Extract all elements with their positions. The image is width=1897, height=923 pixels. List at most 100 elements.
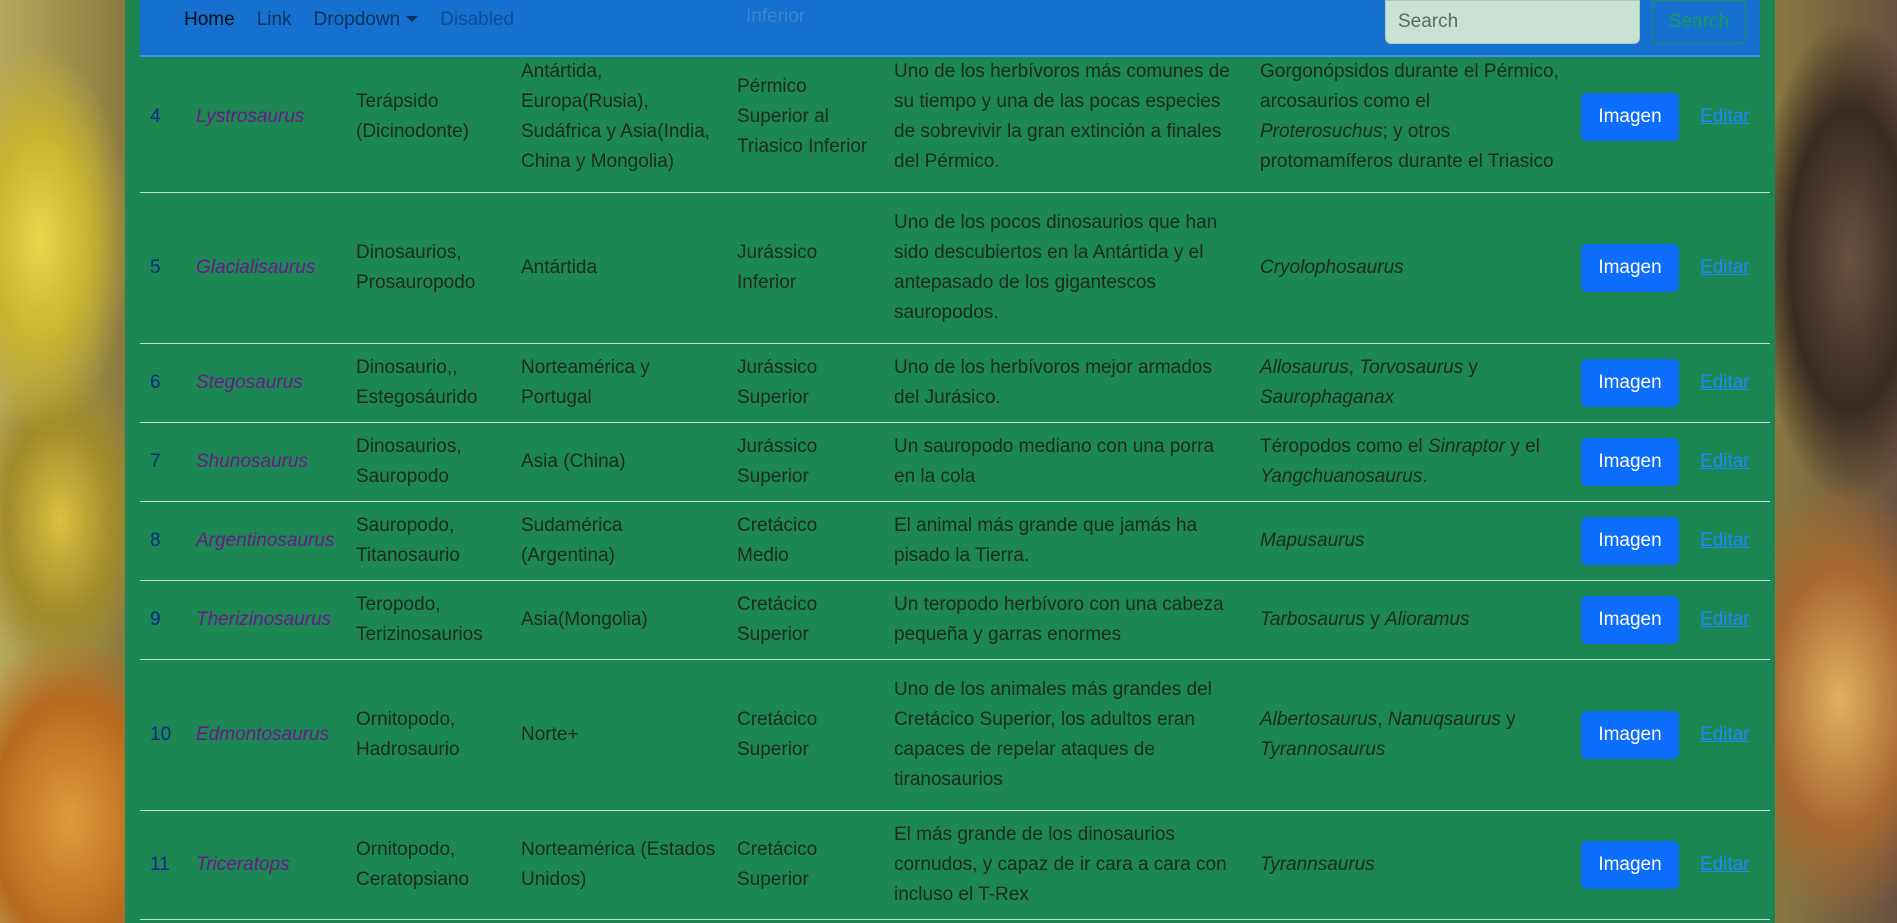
- row-edit-cell: Editar: [1690, 57, 1770, 193]
- table-row: 4 Lystrosaurus Terápsido (Dicinodonte) Antá…: [140, 57, 1770, 193]
- predator-text: Saurophaganax: [1260, 387, 1395, 408]
- row-edit-cell: Editar: [1690, 343, 1770, 423]
- predator-text: Allosaurus: [1260, 357, 1349, 378]
- predator-text: Mapusaurus: [1260, 530, 1365, 551]
- edit-link[interactable]: Editar: [1700, 724, 1750, 745]
- row-edit-cell: Editar: [1690, 501, 1770, 581]
- row-period: Jurássico Inferior: [727, 192, 884, 344]
- row-image-cell: Imagen: [1570, 192, 1690, 344]
- page-container: Inferior Home Link Dropdown Disabled Sea…: [125, 0, 1775, 923]
- row-description: El más grande de los dinosaurios cornudo…: [884, 810, 1250, 920]
- row-description: Uno de los animales más grandes del Cret…: [884, 659, 1250, 811]
- edit-link[interactable]: Editar: [1700, 257, 1750, 278]
- predator-text: Nanuqsaurus: [1387, 709, 1501, 730]
- nav-home-link[interactable]: Home: [184, 9, 235, 31]
- row-name: Lystrosaurus: [192, 57, 346, 193]
- predator-text: y el: [1505, 436, 1540, 457]
- row-period: Cretácico Superior: [727, 659, 884, 811]
- nav-disabled-link: Disabled: [440, 8, 515, 30]
- row-predators: Mapusaurus: [1250, 501, 1570, 581]
- image-button[interactable]: Imagen: [1581, 841, 1679, 889]
- row-description: Un sauropodo mediano con una porra en la…: [884, 422, 1250, 502]
- dinosaur-table: 4 Lystrosaurus Terápsido (Dicinodonte) Antá…: [140, 57, 1770, 920]
- row-type: Terápsido (Dicinodonte): [346, 57, 511, 193]
- navbar: Inferior Home Link Dropdown Disabled Sea…: [140, 0, 1760, 57]
- row-type: Teropodo, Terizinosaurios: [346, 580, 511, 660]
- row-region: Antártida: [511, 192, 727, 344]
- edit-link[interactable]: Editar: [1700, 530, 1750, 551]
- row-description: Un teropodo herbívoro con una cabeza peq…: [884, 580, 1250, 660]
- row-edit-cell: Editar: [1690, 659, 1770, 811]
- row-image-cell: Imagen: [1570, 659, 1690, 811]
- row-predators: Tarbosaurus y Alioramus: [1250, 580, 1570, 660]
- row-period: Pérmico Superior al Triasico Inferior: [727, 57, 884, 193]
- predator-text: Proterosuchus: [1260, 121, 1383, 142]
- image-button[interactable]: Imagen: [1581, 517, 1679, 565]
- image-button[interactable]: Imagen: [1581, 244, 1679, 292]
- row-period: Jurássico Superior: [727, 343, 884, 423]
- row-image-cell: Imagen: [1570, 343, 1690, 423]
- edit-link[interactable]: Editar: [1700, 451, 1750, 472]
- image-button[interactable]: Imagen: [1581, 93, 1679, 141]
- edit-link[interactable]: Editar: [1700, 372, 1750, 393]
- row-type: Dinosaurios, Sauropodo: [346, 422, 511, 502]
- row-type: Ornitopodo, Ceratopsiano: [346, 810, 511, 920]
- row-id: 7: [140, 422, 192, 502]
- row-name: Shunosaurus: [192, 422, 346, 502]
- row-region: Asia(Mongolia): [511, 580, 727, 660]
- image-button[interactable]: Imagen: [1581, 711, 1679, 759]
- predator-text: y: [1364, 609, 1385, 630]
- predator-text: Gorgonópsidos durante el Pérmico, arcosa…: [1260, 61, 1559, 112]
- predator-text: Cryolophosaurus: [1260, 257, 1404, 278]
- row-period: Cretácico Medio: [727, 501, 884, 581]
- row-description: Uno de los herbívoros mejor armados del …: [884, 343, 1250, 423]
- row-region: Asia (China): [511, 422, 727, 502]
- row-name: Edmontosaurus: [192, 659, 346, 811]
- row-id: 11: [140, 810, 192, 920]
- row-type: Sauropodo, Titanosaurio: [346, 501, 511, 581]
- row-image-cell: Imagen: [1570, 501, 1690, 581]
- image-button[interactable]: Imagen: [1581, 359, 1679, 407]
- predator-text: Tarbosaurus: [1260, 609, 1365, 630]
- row-description: El animal más grande que jamás ha pisado…: [884, 501, 1250, 581]
- predator-text: ,: [1377, 709, 1388, 730]
- edit-link[interactable]: Editar: [1700, 854, 1750, 875]
- row-predators: Gorgonópsidos durante el Pérmico, arcosa…: [1250, 57, 1570, 193]
- predator-text: ,: [1348, 357, 1360, 378]
- row-region: Sudamérica (Argentina): [511, 501, 727, 581]
- row-edit-cell: Editar: [1690, 580, 1770, 660]
- image-button[interactable]: Imagen: [1581, 596, 1679, 644]
- caret-down-icon: [406, 16, 419, 23]
- row-edit-cell: Editar: [1690, 810, 1770, 920]
- predator-text: Albertosaurus: [1260, 709, 1378, 730]
- row-predators: Téropodos como el Sinraptor y el Yangchu…: [1250, 422, 1570, 502]
- nav-link[interactable]: Link: [257, 9, 292, 31]
- predator-text: Sinraptor: [1427, 436, 1506, 457]
- nav-links: Home Link Dropdown Disabled: [140, 9, 536, 47]
- row-type: Dinosaurios, Prosauropodo: [346, 192, 511, 344]
- edit-link[interactable]: Editar: [1700, 609, 1750, 630]
- predator-text: y: [1500, 709, 1516, 730]
- predator-text: Tyrannosaurus: [1260, 739, 1386, 760]
- nav-dropdown[interactable]: Dropdown: [314, 9, 419, 31]
- table-row: 11 Triceratops Ornitopodo, Ceratopsiano Nor…: [140, 810, 1770, 920]
- table-row: 10 Edmontosaurus Ornitopodo, Hadrosaurio No…: [140, 659, 1770, 811]
- row-edit-cell: Editar: [1690, 422, 1770, 502]
- predator-text: Téropodos como el: [1260, 436, 1428, 457]
- predator-text: .: [1422, 466, 1428, 487]
- row-predators: Allosaurus, Torvosaurus y Saurophaganax: [1250, 343, 1570, 423]
- edit-link[interactable]: Editar: [1700, 106, 1750, 127]
- image-button[interactable]: Imagen: [1581, 438, 1679, 486]
- row-id: 10: [140, 659, 192, 811]
- predator-text: Alioramus: [1384, 609, 1470, 630]
- row-period: Cretácico Superior: [727, 580, 884, 660]
- table-row: 9 Therizinosaurus Teropodo, Terizinosaurio…: [140, 580, 1770, 660]
- row-image-cell: Imagen: [1570, 57, 1690, 193]
- predator-text: y: [1463, 357, 1478, 378]
- search-input[interactable]: [1385, 0, 1640, 44]
- row-name: Argentinosaurus: [192, 501, 346, 581]
- row-region: Norteamérica y Portugal: [511, 343, 727, 423]
- row-type: Ornitopodo, Hadrosaurio: [346, 659, 511, 811]
- search-button[interactable]: Search: [1652, 0, 1746, 44]
- row-predators: Cryolophosaurus: [1250, 192, 1570, 344]
